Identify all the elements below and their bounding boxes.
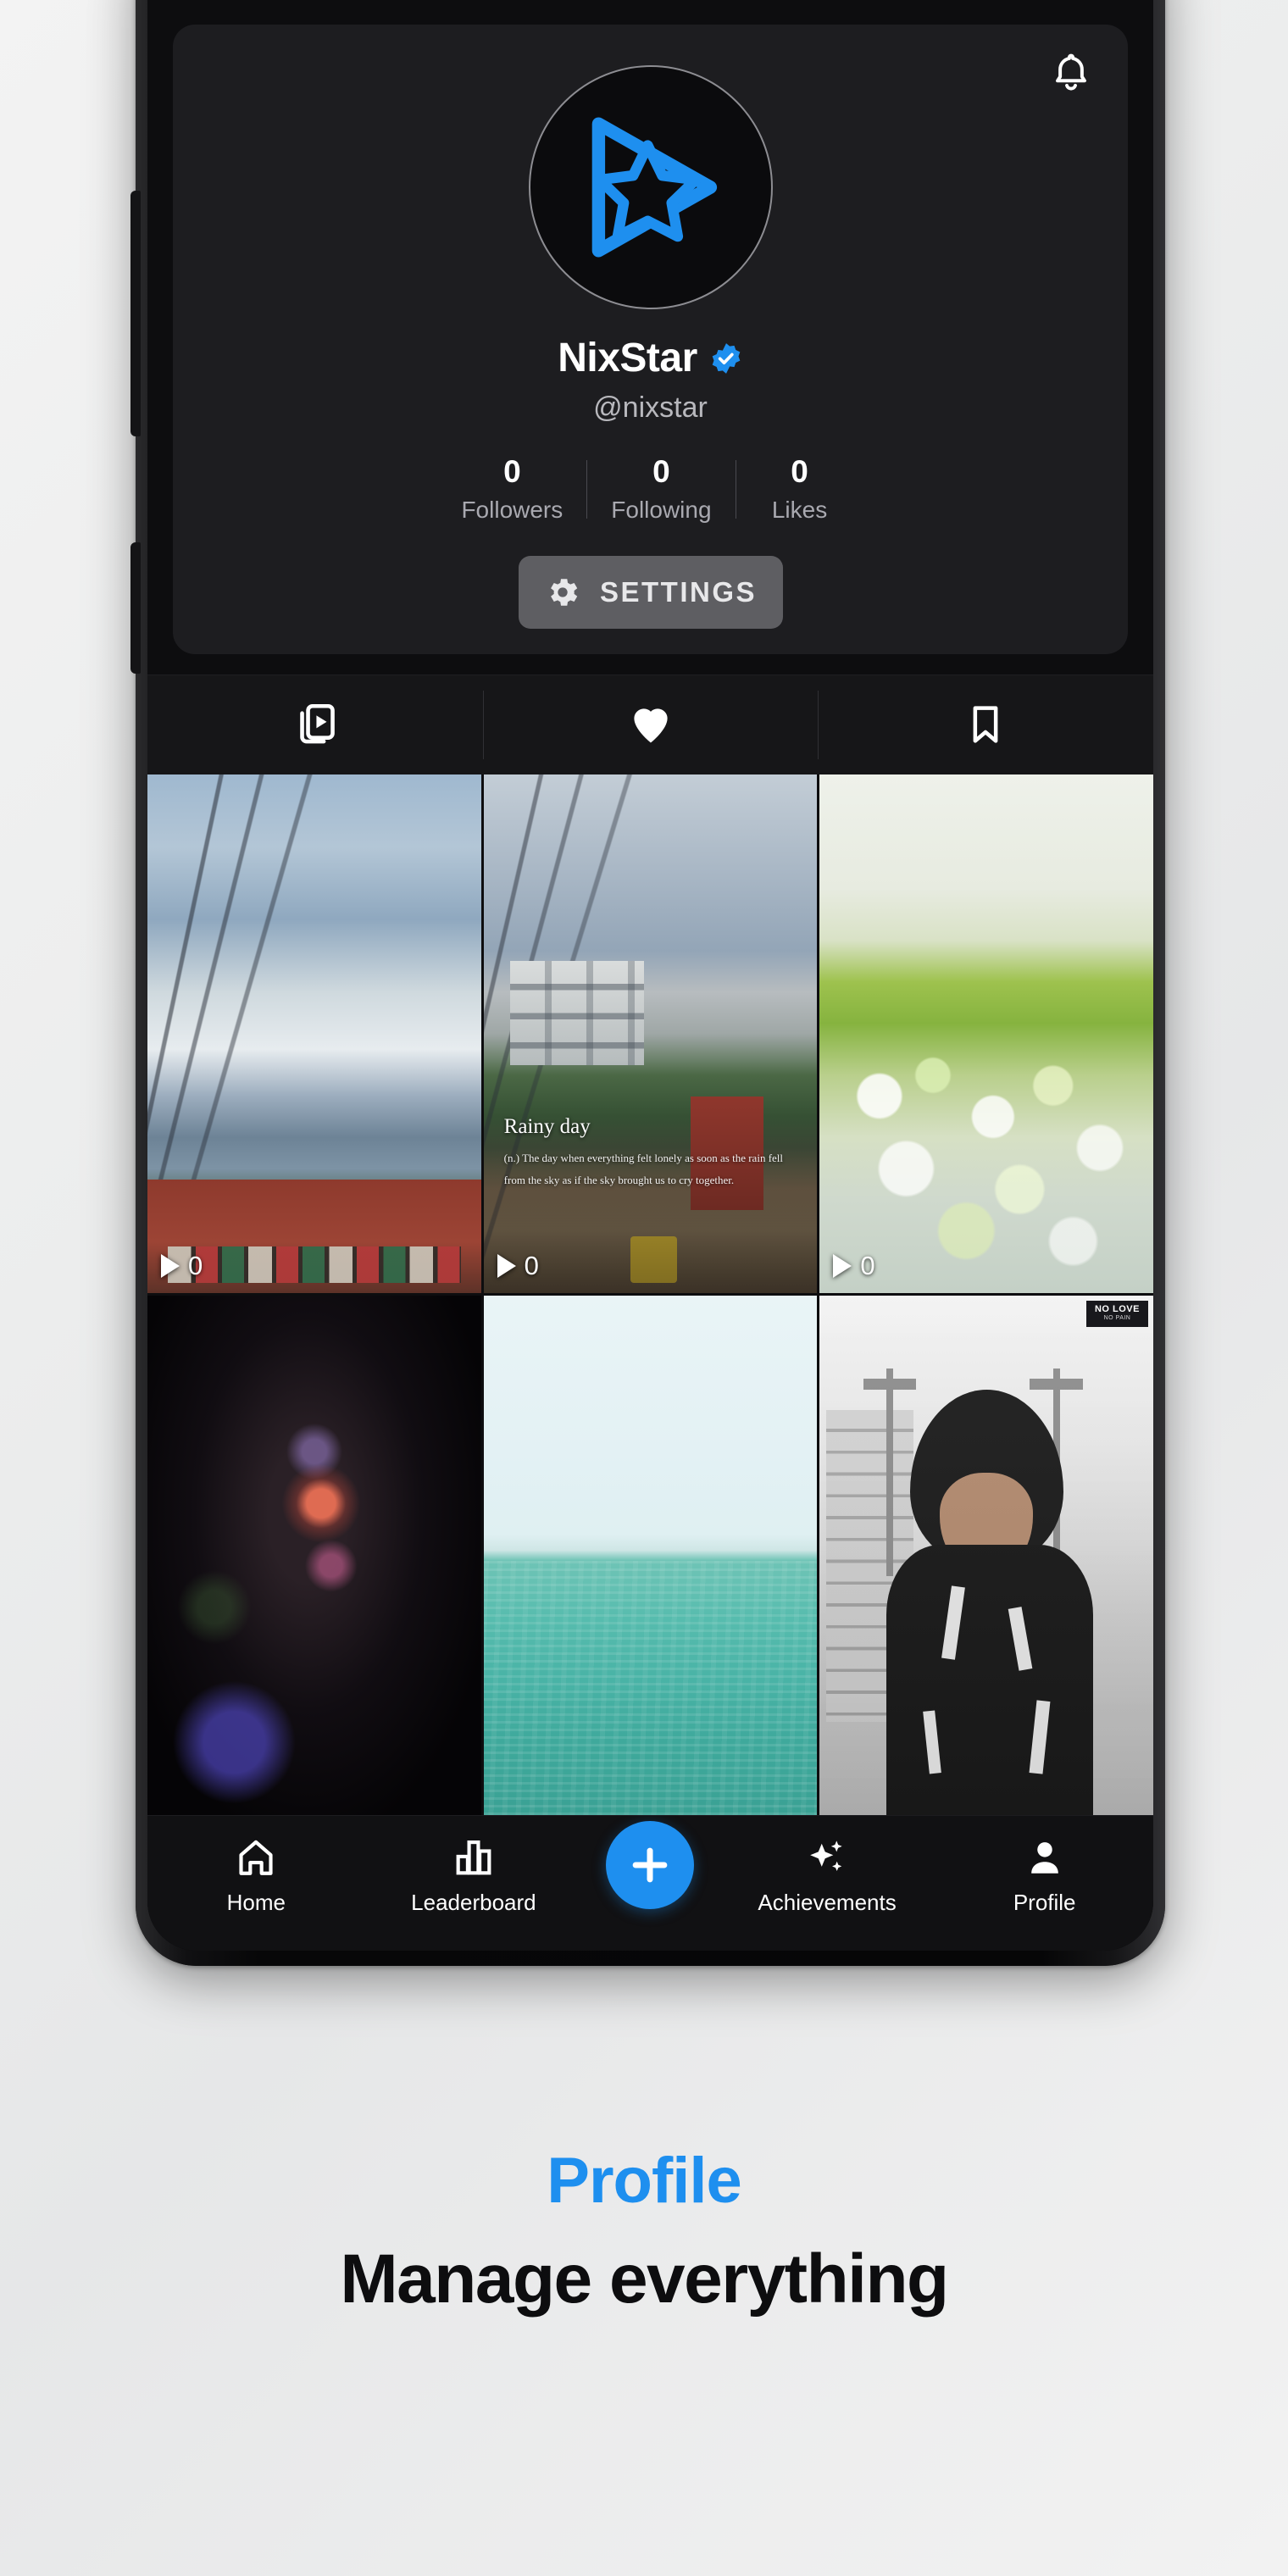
media-thumbnail (483, 1296, 818, 1815)
play-count-value: 0 (860, 1251, 875, 1281)
media-cell[interactable]: 0 (819, 774, 1153, 1294)
plus-icon (627, 1842, 673, 1888)
media-caption-body: (n.) The day when everything felt lonely… (503, 1152, 784, 1187)
nav-label-profile: Profile (1013, 1890, 1076, 1915)
play-icon (833, 1254, 852, 1279)
profile-stats: 0 Followers 0 Following 0 Likes (195, 454, 1106, 524)
media-badge-sublabel: NO PAIN (1103, 1314, 1131, 1321)
app-header: Profile (147, 0, 1153, 25)
nav-label-achievements: Achievements (758, 1890, 897, 1915)
profile-card: NixStar @nixstar 0 Followers 0 Following… (173, 25, 1128, 654)
stat-followers-label: Followers (461, 496, 564, 523)
nav-label-home: Home (226, 1890, 286, 1915)
promo-text-block: Profile Manage everything (0, 2144, 1288, 2319)
stat-likes-value: 0 (791, 454, 808, 489)
home-icon (235, 1836, 277, 1879)
phone-screen: Profile (147, 0, 1153, 1951)
media-cell[interactable]: 0 (147, 774, 481, 1294)
media-badge-label: NO LOVE (1094, 1304, 1140, 1315)
play-count-value: 0 (188, 1251, 203, 1281)
app-screen: Profile (147, 0, 1153, 1951)
play-count: 0 (833, 1251, 875, 1281)
content-tabs (147, 674, 1153, 774)
nav-item-profile[interactable]: Profile (960, 1836, 1130, 1916)
promo-headline: Profile (547, 2145, 742, 2217)
power-button[interactable] (130, 542, 141, 674)
play-icon (497, 1254, 516, 1279)
nav-item-leaderboard[interactable]: Leaderboard (389, 1836, 558, 1916)
stat-followers[interactable]: 0 Followers (437, 454, 586, 524)
media-badge: NO LOVE NO PAIN (1085, 1301, 1148, 1328)
bar-chart-icon (452, 1836, 495, 1879)
stat-likes[interactable]: 0 Likes (736, 454, 863, 524)
media-cell[interactable]: NO LOVE NO PAIN (819, 1296, 1153, 1815)
media-cell[interactable] (483, 1296, 818, 1815)
play-star-logo-icon (591, 117, 717, 258)
bookmark-icon (963, 702, 1008, 747)
display-name: NixStar (558, 336, 697, 380)
stat-following[interactable]: 0 Following (587, 454, 735, 524)
media-thumbnail (819, 774, 1153, 1294)
play-count: 0 (161, 1251, 203, 1281)
bell-icon[interactable] (1045, 48, 1097, 101)
play-count-value: 0 (524, 1251, 539, 1281)
create-button[interactable] (606, 1821, 695, 1909)
settings-button-label: SETTINGS (599, 575, 758, 608)
profile-handle: @nixstar (593, 391, 708, 424)
sparkles-icon (806, 1836, 848, 1879)
nav-item-achievements[interactable]: Achievements (742, 1836, 912, 1916)
media-grid: 0 Rainy day (n.) The day when everything… (147, 774, 1153, 1815)
stat-following-label: Following (611, 496, 712, 523)
stat-following-value: 0 (652, 454, 670, 489)
stat-followers-value: 0 (503, 454, 521, 489)
nav-item-home[interactable]: Home (171, 1836, 341, 1916)
gear-icon (544, 574, 581, 611)
media-caption: Rainy day (n.) The day when everything f… (504, 1115, 797, 1191)
media-thumbnail (147, 1296, 481, 1815)
media-thumbnail (483, 774, 818, 1294)
tab-saved[interactable] (818, 675, 1153, 774)
volume-button[interactable] (130, 191, 141, 436)
profile-name-row: NixStar (195, 335, 1106, 381)
tab-liked[interactable] (482, 675, 819, 774)
media-caption-title: Rainy day (503, 1115, 591, 1139)
promo-screenshot-root: Profile (0, 0, 1288, 2576)
media-cell[interactable]: Rainy day (n.) The day when everything f… (483, 774, 818, 1294)
tab-videos[interactable] (147, 675, 483, 774)
media-thumbnail (147, 774, 481, 1294)
avatar[interactable] (528, 65, 773, 309)
play-icon (161, 1254, 180, 1279)
nav-label-leaderboard: Leaderboard (411, 1890, 536, 1915)
play-count: 0 (497, 1251, 539, 1281)
verified-badge-icon (709, 341, 743, 375)
stat-likes-label: Likes (771, 496, 828, 523)
heart-icon (627, 701, 675, 748)
video-slideshow-icon (291, 700, 340, 749)
phone-device-frame: Profile (130, 0, 1165, 1966)
bottom-navigation: Home Leaderboard Achievements Profile (147, 1815, 1153, 1951)
person-icon (1024, 1836, 1066, 1879)
settings-button[interactable]: SETTINGS (518, 555, 783, 629)
media-thumbnail (819, 1296, 1153, 1815)
promo-subheadline: Manage everything (340, 2240, 949, 2318)
media-cell[interactable] (147, 1296, 481, 1815)
